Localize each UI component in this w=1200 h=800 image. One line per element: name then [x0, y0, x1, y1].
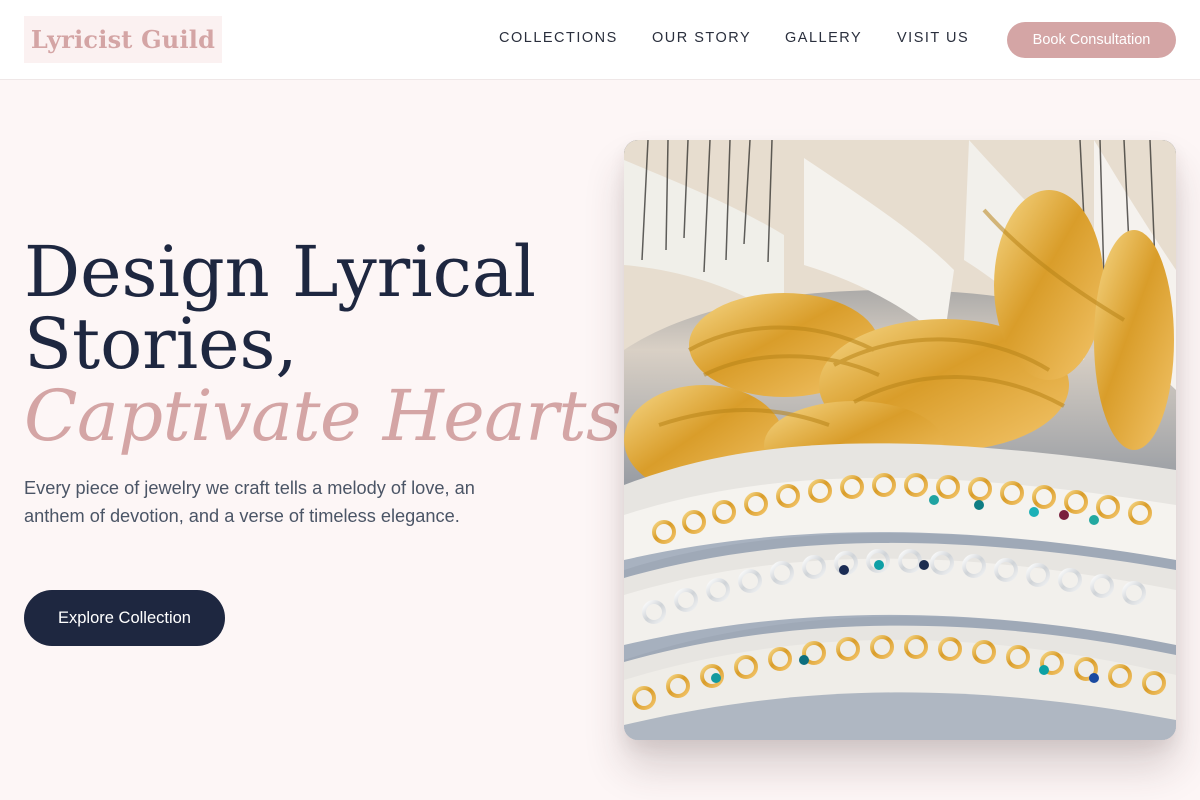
site-header: Lyricist Guild COLLECTIONS OUR STORY GAL…: [0, 0, 1200, 80]
hero-title: Design Lyrical Stories, Captivate Hearts…: [24, 231, 644, 457]
nav-link-gallery[interactable]: GALLERY: [785, 30, 862, 46]
nav-link-our-story[interactable]: OUR STORY: [652, 30, 751, 46]
nav-link-visit-us[interactable]: VISIT US: [897, 30, 969, 46]
book-consultation-button[interactable]: Book Consultation: [1007, 22, 1176, 58]
explore-collection-label: Explore Collection: [58, 608, 191, 627]
nav-link-collections[interactable]: COLLECTIONS: [499, 30, 618, 46]
jewelry-display-image: [624, 140, 1176, 740]
explore-collection-button[interactable]: Explore Collection: [24, 590, 225, 646]
hero-title-accent-line: Captivate Hearts.: [24, 375, 644, 457]
hero-title-line-1: Design Lyrical: [24, 231, 536, 313]
book-consultation-label: Book Consultation: [1032, 32, 1151, 48]
jewelry-display-illustration: [624, 140, 1176, 740]
hero-title-line-2: Stories,: [24, 303, 298, 385]
hero-description: Every piece of jewelry we craft tells a …: [24, 478, 475, 526]
